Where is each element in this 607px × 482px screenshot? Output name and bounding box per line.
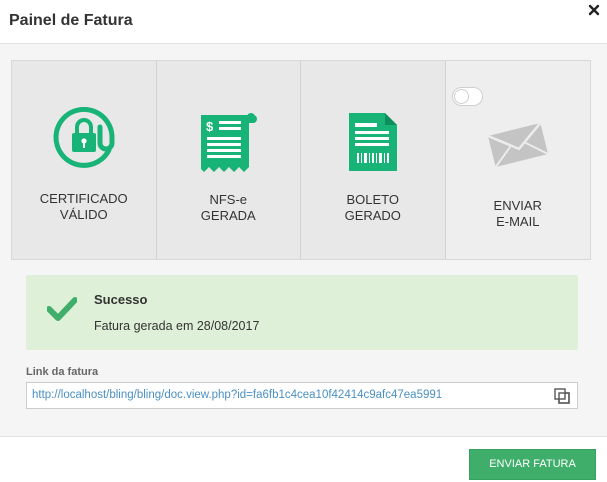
send-invoice-button[interactable]: ENVIAR FATURA bbox=[469, 449, 596, 480]
step-label: CERTIFICADO VÁLIDO bbox=[39, 191, 128, 222]
email-toggle[interactable] bbox=[451, 87, 483, 106]
dialog-header: Painel de Fatura bbox=[0, 0, 607, 44]
step-label: BOLETO GERADO bbox=[344, 192, 401, 223]
step-boleto: BOLETO GERADO bbox=[301, 61, 446, 259]
success-alert: Sucesso Fatura gerada em 28/08/2017 bbox=[26, 275, 578, 350]
step-email: ENVIAR E-MAIL bbox=[445, 61, 590, 259]
dialog-title: Painel de Fatura bbox=[9, 12, 133, 29]
step-nfse: $ NFS-e GERADA bbox=[156, 61, 301, 259]
envelope-icon bbox=[487, 121, 549, 174]
copy-icon[interactable] bbox=[553, 387, 571, 405]
step-certificate: CERTIFICADO VÁLIDO bbox=[12, 61, 157, 259]
alert-title: Sucesso bbox=[94, 292, 148, 307]
step-label: ENVIAR E-MAIL bbox=[493, 198, 542, 229]
receipt-icon: $ bbox=[199, 111, 258, 178]
invoice-link-label: Link da fatura bbox=[26, 366, 99, 378]
svg-text:$: $ bbox=[206, 119, 214, 134]
lock-at-icon bbox=[52, 106, 116, 174]
invoice-panel-dialog: Painel de Fatura CERTIFICADO VÁLIDO $ NF… bbox=[0, 0, 607, 482]
alert-message: Fatura gerada em 28/08/2017 bbox=[94, 319, 260, 333]
barcode-document-icon bbox=[347, 111, 399, 178]
check-icon bbox=[46, 296, 78, 327]
invoice-link-url[interactable]: http://localhost/bling/bling/doc.view.ph… bbox=[32, 389, 442, 401]
close-icon[interactable] bbox=[587, 3, 601, 17]
progress-steps: CERTIFICADO VÁLIDO $ NFS-e GERADA BOLETO… bbox=[11, 60, 591, 260]
dialog-body: CERTIFICADO VÁLIDO $ NFS-e GERADA BOLETO… bbox=[0, 44, 607, 436]
invoice-link-field[interactable]: http://localhost/bling/bling/doc.view.ph… bbox=[26, 382, 578, 409]
step-label: NFS-e GERADA bbox=[200, 192, 256, 223]
toggle-knob bbox=[453, 89, 469, 104]
dialog-footer: ENVIAR FATURA bbox=[0, 436, 607, 482]
